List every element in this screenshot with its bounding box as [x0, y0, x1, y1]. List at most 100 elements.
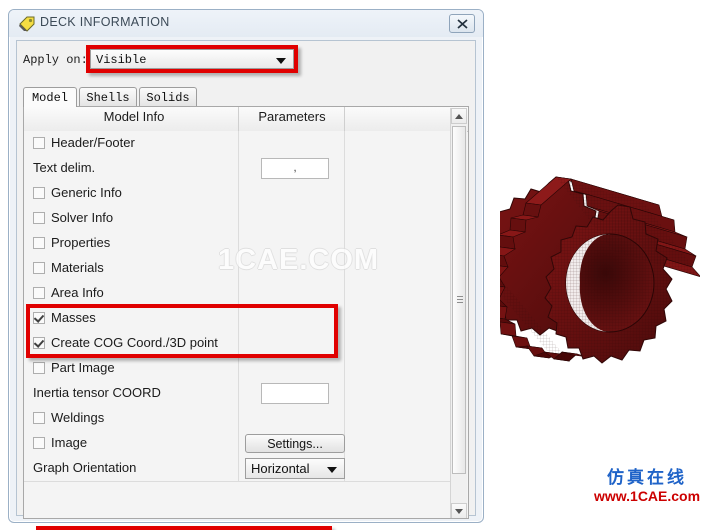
row-col-sep-2 — [344, 306, 345, 331]
table-row[interactable]: Generic Info — [24, 181, 452, 207]
header-col-sep-2 — [344, 107, 345, 131]
chevron-down-icon — [276, 58, 286, 64]
row-label: Area Info — [51, 285, 104, 300]
model-viewport[interactable] — [492, 0, 710, 530]
table-row[interactable]: Materials — [24, 256, 452, 282]
row-col-sep-1 — [238, 181, 239, 206]
tab-model[interactable]: Model — [23, 87, 77, 107]
checkbox-checked[interactable] — [33, 337, 45, 349]
row-label: Header/Footer — [51, 135, 135, 150]
checkbox-unchecked[interactable] — [33, 362, 45, 374]
row-label: Part Image — [51, 360, 115, 375]
row-col-sep-1 — [238, 456, 239, 481]
checkbox-unchecked[interactable] — [33, 237, 45, 249]
checkbox-unchecked[interactable] — [33, 137, 45, 149]
table-row[interactable]: Properties — [24, 231, 452, 257]
row-label: Graph Orientation — [33, 460, 137, 475]
table-row[interactable]: Solver Info — [24, 206, 452, 232]
row-col-sep-1 — [238, 281, 239, 306]
row-label: Solver Info — [51, 210, 114, 225]
row-col-sep-2 — [344, 256, 345, 281]
checkbox-unchecked[interactable] — [33, 212, 45, 224]
table-row[interactable]: Image Settings... — [24, 431, 452, 457]
table-row[interactable]: Text delim., — [24, 156, 452, 182]
column-header-parameters: Parameters — [258, 109, 326, 124]
tab-shells[interactable]: Shells — [79, 87, 137, 107]
screen: DECK INFORMATION Apply on: Visible Model — [0, 0, 710, 530]
dialog-body: Apply on: Visible Model Shells Solids Mo… — [16, 40, 476, 530]
row-label: Weldings — [51, 410, 105, 425]
row-col-sep-2 — [344, 281, 345, 306]
row-col-sep-2 — [344, 181, 345, 206]
apply-on-row: Apply on: Visible — [23, 45, 467, 73]
fea-model-render — [500, 150, 700, 400]
row-col-sep-1 — [238, 356, 239, 381]
row-col-sep-1 — [238, 131, 239, 156]
row-label: Create COG Coord./3D point — [51, 335, 218, 350]
apply-on-value: Visible — [96, 53, 147, 67]
graph-orientation-value: Horizontal — [251, 461, 310, 476]
table-scrollbar[interactable] — [450, 108, 467, 518]
page-title: DECK INFORMATION — [40, 15, 170, 29]
tag-icon — [19, 16, 35, 32]
table-row[interactable]: Inertia tensor COORD — [24, 381, 452, 407]
apply-on-select[interactable]: Visible — [90, 49, 294, 69]
table-row[interactable]: Weldings — [24, 406, 452, 432]
settings-button[interactable]: Settings... — [245, 434, 345, 453]
table-row[interactable]: Masses — [24, 306, 452, 332]
row-col-sep-1 — [238, 306, 239, 331]
graph-orientation-select[interactable]: Horizontal — [245, 458, 345, 479]
row-col-sep-1 — [238, 381, 239, 406]
row-col-sep-2 — [344, 356, 345, 381]
column-header-model-info: Model Info — [103, 109, 165, 124]
checkbox-unchecked[interactable] — [33, 187, 45, 199]
checkbox-unchecked[interactable] — [33, 287, 45, 299]
dialog-titlebar[interactable]: DECK INFORMATION — [9, 10, 483, 37]
checkbox-checked[interactable] — [33, 312, 45, 324]
tab-solids[interactable]: Solids — [139, 87, 197, 107]
table-row[interactable]: Area Info — [24, 281, 452, 307]
close-x-glyph — [456, 18, 468, 29]
row-col-sep-2 — [344, 406, 345, 431]
scroll-up-arrow[interactable] — [451, 108, 467, 124]
tab-strip: Model Shells Solids — [23, 87, 469, 107]
table-row[interactable]: Graph Orientation Horizontal — [24, 456, 452, 482]
scrollbar-thumb[interactable] — [452, 126, 466, 474]
checkbox-unchecked[interactable] — [33, 262, 45, 274]
row-label: Materials — [51, 260, 104, 275]
row-col-sep-1 — [238, 431, 239, 456]
table-rows: Header/Footer Text delim., Generic Info Sol… — [24, 131, 468, 518]
table-header: Model Info Parameters — [24, 107, 468, 132]
table-row[interactable]: Part Image — [24, 356, 452, 382]
row-col-sep-1 — [238, 231, 239, 256]
checkbox-unchecked[interactable] — [33, 437, 45, 449]
row-label: Inertia tensor COORD — [33, 385, 161, 400]
deck-information-dialog: DECK INFORMATION Apply on: Visible Model — [8, 9, 484, 530]
row-col-sep-2 — [344, 156, 345, 181]
close-icon[interactable] — [449, 14, 475, 33]
table-row[interactable]: Header/Footer — [24, 131, 452, 157]
scroll-down-arrow[interactable] — [451, 503, 467, 518]
model-info-table: Model Info Parameters Header/Footer Text … — [23, 106, 469, 519]
row-col-sep-1 — [238, 206, 239, 231]
row-label: Masses — [51, 310, 96, 325]
row-col-sep-2 — [344, 206, 345, 231]
row-col-sep-1 — [238, 406, 239, 431]
parameter-text-input[interactable]: , — [261, 158, 329, 179]
row-col-sep-1 — [238, 156, 239, 181]
parameter-text-input[interactable] — [261, 383, 329, 404]
apply-on-label: Apply on: — [23, 53, 88, 67]
row-label: Image — [51, 435, 88, 450]
scrollbar-grip-icon — [457, 296, 463, 304]
row-col-sep-2 — [344, 381, 345, 406]
row-col-sep-2 — [344, 231, 345, 256]
row-col-sep-2 — [344, 131, 345, 156]
table-row[interactable]: Create COG Coord./3D point — [24, 331, 452, 357]
checkbox-unchecked[interactable] — [33, 412, 45, 424]
row-label: Text delim. — [33, 160, 96, 175]
row-label: Properties — [51, 235, 111, 250]
row-col-sep-2 — [344, 331, 345, 356]
row-col-sep-1 — [238, 331, 239, 356]
row-col-sep-1 — [238, 256, 239, 281]
splined-ring-mesh-svg — [500, 176, 700, 364]
